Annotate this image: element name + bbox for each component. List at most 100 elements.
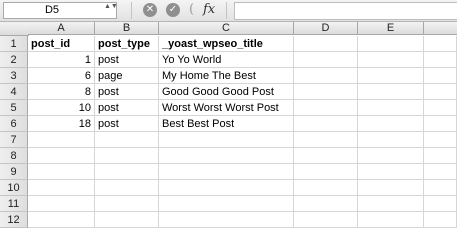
cell-e10[interactable] — [358, 180, 424, 196]
cell-a11[interactable] — [28, 196, 95, 212]
cell-b4[interactable]: post — [95, 84, 159, 100]
cell-a6[interactable]: 18 — [28, 116, 95, 132]
cell-f3[interactable] — [424, 68, 457, 84]
formula-input[interactable] — [234, 2, 457, 20]
cell-e9[interactable] — [358, 164, 424, 180]
cell-f6[interactable] — [424, 116, 457, 132]
cell-b6[interactable]: post — [95, 116, 159, 132]
row-header-9[interactable]: 9 — [0, 164, 28, 180]
row-header-6[interactable]: 6 — [0, 116, 28, 132]
row-header-7[interactable]: 7 — [0, 132, 28, 148]
cell-d3[interactable] — [294, 68, 358, 84]
cell-d7[interactable] — [294, 132, 358, 148]
cell-d10[interactable] — [294, 180, 358, 196]
column-header-d[interactable]: D — [294, 22, 358, 35]
cell-f7[interactable] — [424, 132, 457, 148]
cell-f5[interactable] — [424, 100, 457, 116]
separator — [131, 2, 132, 19]
cell-c7[interactable] — [159, 132, 294, 148]
row-header-8[interactable]: 8 — [0, 148, 28, 164]
row-header-11[interactable]: 11 — [0, 196, 28, 212]
cell-a8[interactable] — [28, 148, 95, 164]
cell-c5[interactable]: Worst Worst Worst Post — [159, 100, 294, 116]
cell-d12[interactable] — [294, 212, 358, 228]
cell-b9[interactable] — [95, 164, 159, 180]
cell-a12[interactable] — [28, 212, 95, 228]
cell-d1[interactable] — [294, 36, 358, 52]
cell-e6[interactable] — [358, 116, 424, 132]
column-title-post_type[interactable]: post_type — [95, 36, 159, 52]
cell-b2[interactable]: post — [95, 52, 159, 68]
column-header-e[interactable]: E — [358, 22, 424, 35]
cell-f4[interactable] — [424, 84, 457, 100]
row-header-1[interactable]: 1 — [0, 36, 28, 52]
row-header-2[interactable]: 2 — [0, 52, 28, 68]
cell-a3[interactable]: 6 — [28, 68, 95, 84]
cell-e4[interactable] — [358, 84, 424, 100]
paren-icon: ( — [189, 2, 195, 17]
cell-b8[interactable] — [95, 148, 159, 164]
cell-d11[interactable] — [294, 196, 358, 212]
cell-f9[interactable] — [424, 164, 457, 180]
row-header-3[interactable]: 3 — [0, 68, 28, 84]
cell-b5[interactable]: post — [95, 100, 159, 116]
cell-d5[interactable] — [294, 100, 358, 116]
cell-f8[interactable] — [424, 148, 457, 164]
cell-e1[interactable] — [358, 36, 424, 52]
cell-d2[interactable] — [294, 52, 358, 68]
cell-b10[interactable] — [95, 180, 159, 196]
cell-e2[interactable] — [358, 52, 424, 68]
cell-c9[interactable] — [159, 164, 294, 180]
name-box-dropdown-icon[interactable]: ▲▼ — [104, 3, 118, 18]
column-header-c[interactable]: C — [159, 22, 294, 35]
cell-e7[interactable] — [358, 132, 424, 148]
row-header-5[interactable]: 5 — [0, 100, 28, 116]
cell-a7[interactable] — [28, 132, 95, 148]
cell-a9[interactable] — [28, 164, 95, 180]
cell-c6[interactable]: Best Best Post — [159, 116, 294, 132]
function-wizard-icon[interactable]: fx — [203, 2, 215, 17]
cell-b3[interactable]: page — [95, 68, 159, 84]
cell-a10[interactable] — [28, 180, 95, 196]
name-box[interactable]: D5 ▲▼ — [3, 2, 118, 19]
column-header-a[interactable]: A — [28, 22, 95, 35]
cell-d4[interactable] — [294, 84, 358, 100]
cancel-icon[interactable]: ✕ — [143, 3, 157, 17]
cell-f1[interactable] — [424, 36, 457, 52]
cell-f11[interactable] — [424, 196, 457, 212]
cell-c12[interactable] — [159, 212, 294, 228]
cell-f12[interactable] — [424, 212, 457, 228]
cell-a5[interactable]: 10 — [28, 100, 95, 116]
select-all-corner[interactable] — [0, 22, 29, 36]
cell-e5[interactable] — [358, 100, 424, 116]
cell-c8[interactable] — [159, 148, 294, 164]
cell-b11[interactable] — [95, 196, 159, 212]
cell-c2[interactable]: Yo Yo World — [159, 52, 294, 68]
cell-b7[interactable] — [95, 132, 159, 148]
column-header-b[interactable]: B — [95, 22, 159, 35]
column-title-title[interactable]: _yoast_wpseo_title — [159, 36, 294, 52]
cell-d8[interactable] — [294, 148, 358, 164]
column-header-f[interactable] — [424, 22, 457, 35]
row-header-12[interactable]: 12 — [0, 212, 28, 228]
cell-a4[interactable]: 8 — [28, 84, 95, 100]
column-title-post_id[interactable]: post_id — [28, 36, 95, 52]
cell-e11[interactable] — [358, 196, 424, 212]
cell-c11[interactable] — [159, 196, 294, 212]
cell-e8[interactable] — [358, 148, 424, 164]
cell-d6[interactable] — [294, 116, 358, 132]
row-header-10[interactable]: 10 — [0, 180, 28, 196]
cell-f10[interactable] — [424, 180, 457, 196]
cell-e12[interactable] — [358, 212, 424, 228]
cell-f2[interactable] — [424, 52, 457, 68]
cell-c10[interactable] — [159, 180, 294, 196]
accept-icon[interactable]: ✓ — [166, 3, 180, 17]
cell-d9[interactable] — [294, 164, 358, 180]
cell-a2[interactable]: 1 — [28, 52, 95, 68]
row-header-4[interactable]: 4 — [0, 84, 28, 100]
cell-c4[interactable]: Good Good Good Post — [159, 84, 294, 100]
cell-e3[interactable] — [358, 68, 424, 84]
formula-bar: D5 ▲▼ ✕ ✓ ( fx — [0, 0, 457, 22]
cell-c3[interactable]: My Home The Best — [159, 68, 294, 84]
cell-b12[interactable] — [95, 212, 159, 228]
